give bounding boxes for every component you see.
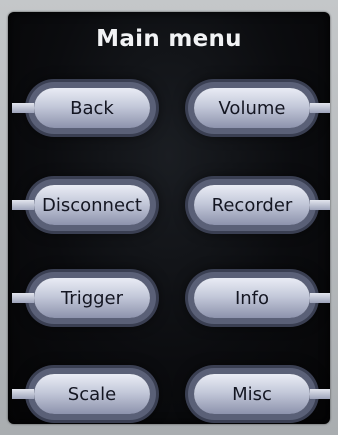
connector-stub xyxy=(12,389,34,399)
connector-stub xyxy=(310,389,330,399)
connector-stub xyxy=(310,103,330,113)
volume-button[interactable]: Volume xyxy=(194,88,330,128)
connector-stub xyxy=(12,103,34,113)
trigger-button-label: Trigger xyxy=(60,287,124,309)
misc-button[interactable]: Misc xyxy=(194,374,330,414)
menu-title: Main menu xyxy=(96,26,242,52)
info-button[interactable]: Info xyxy=(194,278,330,318)
connector-stub xyxy=(310,293,330,303)
connector-stub xyxy=(12,200,34,210)
back-button-label: Back xyxy=(70,97,114,119)
scale-button-label: Scale xyxy=(67,383,117,405)
connector-stub xyxy=(12,293,34,303)
disconnect-button[interactable]: Disconnect xyxy=(12,185,150,225)
info-button-label: Info xyxy=(234,287,270,309)
trigger-button[interactable]: Trigger xyxy=(12,278,150,318)
device-bezel: Main menu Back Volume Disconnect Recorde… xyxy=(0,0,338,435)
disconnect-button-label: Disconnect xyxy=(42,194,142,216)
scale-button[interactable]: Scale xyxy=(12,374,150,414)
volume-button-label: Volume xyxy=(218,97,286,119)
back-button[interactable]: Back xyxy=(12,88,150,128)
misc-button-label: Misc xyxy=(232,383,272,405)
connector-stub xyxy=(310,200,330,210)
menu-screen: Main menu Back Volume Disconnect Recorde… xyxy=(8,12,330,424)
recorder-button-label: Recorder xyxy=(211,194,293,216)
recorder-button[interactable]: Recorder xyxy=(194,185,330,225)
